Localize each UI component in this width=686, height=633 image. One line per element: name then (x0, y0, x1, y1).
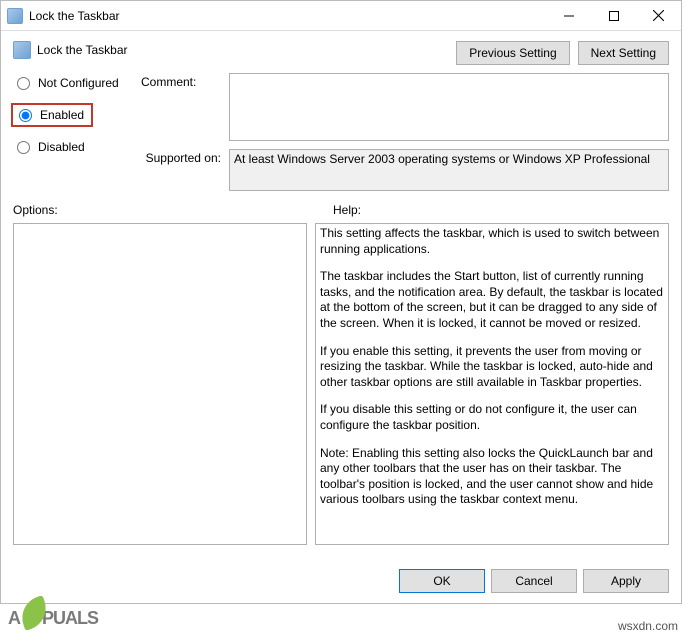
help-paragraph: Note: Enabling this setting also locks t… (320, 446, 664, 508)
lower-labels: Options: Help: (1, 191, 681, 221)
minimize-icon (564, 11, 574, 21)
help-label: Help: (333, 203, 361, 217)
help-paragraph: This setting affects the taskbar, which … (320, 226, 664, 257)
help-textbox[interactable]: This setting affects the taskbar, which … (315, 223, 669, 545)
policy-title: Lock the Taskbar (37, 41, 456, 57)
supported-value: At least Windows Server 2003 operating s… (234, 152, 650, 166)
watermark-letter-a: A (8, 608, 20, 629)
header-row: Lock the Taskbar Previous Setting Next S… (1, 31, 681, 73)
gpo-setting-window: Lock the Taskbar Lock the Taskbar Previo… (0, 0, 682, 604)
comment-textbox[interactable] (229, 73, 669, 141)
radio-disabled[interactable]: Disabled (13, 139, 133, 155)
radio-not-configured-label: Not Configured (38, 76, 119, 90)
maximize-button[interactable] (591, 1, 636, 30)
watermark-site: wsxdn.com (618, 619, 678, 633)
help-paragraph: If you enable this setting, it prevents … (320, 344, 664, 391)
maximize-icon (609, 11, 619, 21)
comment-label: Comment: (141, 73, 221, 141)
state-radio-group: Not Configured Enabled Disabled (13, 73, 133, 191)
ok-button[interactable]: OK (399, 569, 485, 593)
close-button[interactable] (636, 1, 681, 30)
minimize-button[interactable] (546, 1, 591, 30)
policy-icon (13, 41, 31, 59)
cancel-button[interactable]: Cancel (491, 569, 577, 593)
watermark-rest: PUALS (42, 608, 98, 629)
titlebar: Lock the Taskbar (1, 1, 681, 31)
radio-enabled-label: Enabled (40, 108, 84, 122)
radio-not-configured[interactable]: Not Configured (13, 75, 133, 91)
supported-label: Supported on: (141, 149, 221, 191)
help-paragraph: If you disable this setting or do not co… (320, 402, 664, 433)
previous-setting-button[interactable]: Previous Setting (456, 41, 569, 65)
next-setting-button[interactable]: Next Setting (578, 41, 669, 65)
radio-disabled-input[interactable] (17, 141, 30, 154)
apply-button[interactable]: Apply (583, 569, 669, 593)
close-icon (653, 10, 664, 21)
window-title: Lock the Taskbar (29, 9, 546, 23)
lower-row: This setting affects the taskbar, which … (1, 221, 681, 545)
footer-buttons: OK Cancel Apply (399, 569, 669, 593)
options-label: Options: (13, 203, 325, 217)
enabled-highlight: Enabled (11, 103, 93, 127)
watermark-logo: A PUALS (8, 601, 98, 629)
supported-on-textbox: At least Windows Server 2003 operating s… (229, 149, 669, 191)
app-icon (7, 8, 23, 24)
upper-grid: Not Configured Enabled Disabled Comment:… (1, 73, 681, 191)
help-paragraph: The taskbar includes the Start button, l… (320, 269, 664, 331)
radio-enabled-input[interactable] (19, 109, 32, 122)
radio-not-configured-input[interactable] (17, 77, 30, 90)
radio-enabled[interactable]: Enabled (15, 107, 89, 123)
options-listbox[interactable] (13, 223, 307, 545)
radio-disabled-label: Disabled (38, 140, 85, 154)
